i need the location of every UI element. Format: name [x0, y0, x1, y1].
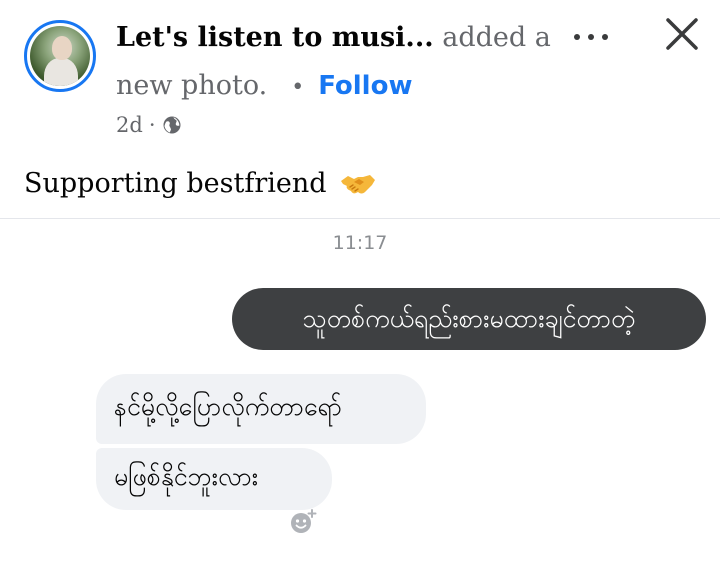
post-action-text: added a — [442, 22, 551, 53]
incoming-message-bubble[interactable]: မဖြစ်နိုင်ဘူးလား — [96, 448, 332, 510]
outgoing-message-bubble[interactable]: သူတစ်ကယ်ရည်းစားမထားချင်တာတဲ့ — [232, 288, 706, 350]
more-options-icon[interactable] — [568, 22, 614, 52]
meta-separator: · — [148, 113, 156, 137]
post-header: Let's listen to musi... added a new phot… — [0, 0, 720, 150]
chat-timestamp: 11:17 — [332, 232, 388, 254]
post-title-line-2: new photo. • Follow — [116, 66, 412, 108]
avatar-photo — [30, 26, 90, 86]
globe-icon — [163, 116, 180, 134]
avatar-figure-face — [52, 36, 72, 60]
post-action-text-cont: new photo. — [116, 70, 268, 101]
post-caption: Supporting bestfriend — [24, 164, 377, 204]
post-age[interactable]: 2d — [116, 113, 143, 137]
post-meta: 2d · — [116, 113, 182, 137]
caption-text: Supporting bestfriend — [24, 168, 327, 199]
post-title-line-1: Let's listen to musi... added a — [116, 18, 551, 58]
incoming-message-bubble[interactable]: နင်မို့လို့ပြောလိုက်တာရော် — [96, 374, 426, 444]
follow-button[interactable]: Follow — [318, 71, 412, 101]
add-reaction-icon[interactable] — [288, 508, 318, 536]
close-icon[interactable] — [660, 12, 704, 56]
author-avatar[interactable] — [24, 20, 96, 92]
handshake-icon — [340, 175, 375, 194]
divider — [0, 218, 720, 219]
author-name-link[interactable]: Let's listen to musi... — [116, 22, 434, 53]
avatar-figure-body — [44, 58, 78, 86]
separator-dot: • — [291, 75, 305, 100]
